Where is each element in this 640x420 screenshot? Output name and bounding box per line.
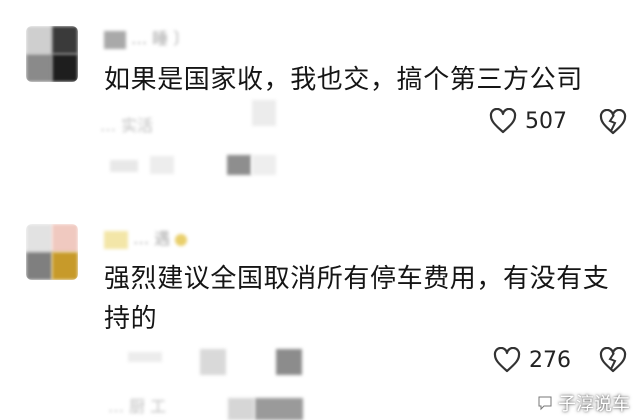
blurred-block bbox=[110, 160, 138, 172]
username-blurred[interactable]: … 睡 〕 bbox=[104, 28, 214, 50]
heart-outline-icon bbox=[493, 347, 521, 373]
avatar-tile bbox=[26, 252, 52, 280]
avatar-1[interactable] bbox=[26, 26, 78, 82]
speech-bubble-icon bbox=[538, 396, 552, 411]
blurred-block bbox=[227, 155, 251, 175]
blurred-block bbox=[252, 100, 276, 126]
avatar-tile bbox=[26, 26, 52, 54]
reply-preview-blurred[interactable]: … 厨 工 bbox=[108, 396, 218, 418]
avatar-tile bbox=[26, 54, 52, 82]
like-count: 507 bbox=[525, 108, 567, 134]
username-blurred[interactable]: … 遇 bbox=[104, 228, 244, 250]
heart-outline-icon bbox=[489, 108, 517, 134]
watermark-text: 子淳说车 bbox=[558, 394, 630, 415]
avatar-tile bbox=[52, 252, 78, 280]
like-button[interactable]: 507 bbox=[489, 108, 567, 134]
avatar-tile bbox=[52, 224, 78, 252]
badge-icon bbox=[175, 233, 188, 246]
dislike-button[interactable] bbox=[599, 108, 627, 139]
blurred-block bbox=[150, 156, 174, 174]
blurred-block bbox=[200, 349, 226, 375]
reply-preview-blurred[interactable]: … 实活 bbox=[100, 115, 220, 137]
like-count: 276 bbox=[529, 347, 571, 373]
blurred-block bbox=[228, 398, 254, 420]
comment-text: 强烈建议全国取消所有停车费用，有没有支持的 bbox=[104, 264, 610, 334]
comment-text: 如果是国家收，我也交，搞个第三方公司 bbox=[104, 65, 583, 95]
dislike-button[interactable] bbox=[599, 346, 627, 377]
broken-heart-icon bbox=[599, 346, 627, 373]
broken-heart-icon bbox=[599, 108, 627, 135]
avatar-tile bbox=[52, 54, 78, 82]
blurred-block bbox=[128, 352, 162, 362]
blurred-block bbox=[252, 155, 276, 175]
avatar-2[interactable] bbox=[26, 224, 78, 280]
avatar-mini bbox=[104, 30, 126, 49]
avatar-tile bbox=[52, 26, 78, 54]
watermark: 子淳说车 bbox=[536, 390, 630, 416]
avatar-mini bbox=[104, 230, 128, 249]
like-button[interactable]: 276 bbox=[493, 347, 571, 373]
blurred-block bbox=[276, 349, 302, 375]
avatar-tile bbox=[26, 224, 52, 252]
blurred-block bbox=[255, 398, 303, 420]
